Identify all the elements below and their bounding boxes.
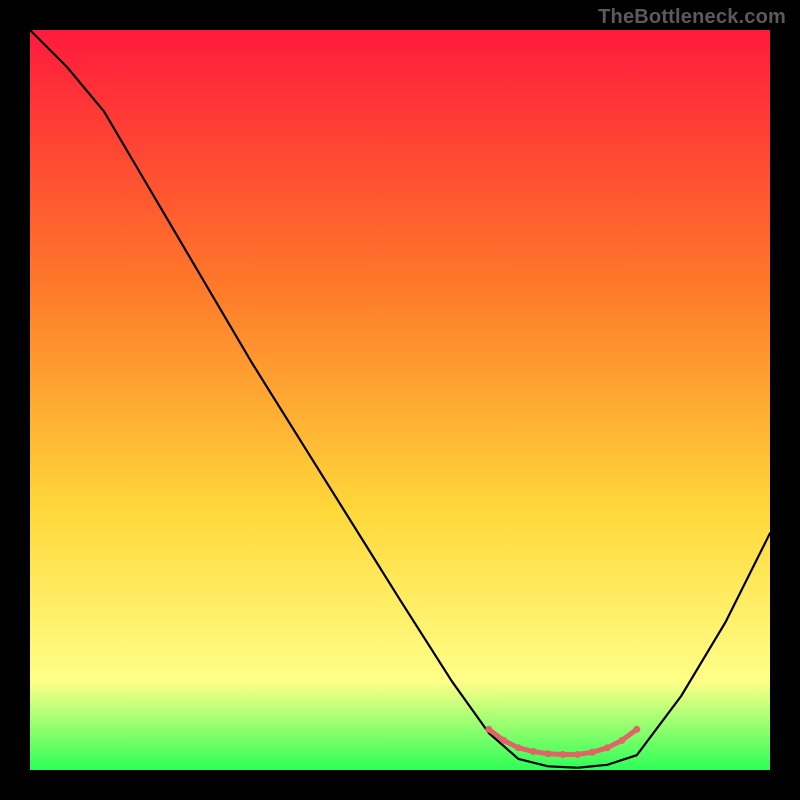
chart-container: TheBottleneck.com	[0, 0, 800, 800]
optimal-band-dot	[500, 737, 507, 744]
optimal-band-dot	[530, 748, 537, 755]
chart-svg	[30, 30, 770, 770]
optimal-band-dot	[633, 726, 640, 733]
optimal-band-dot	[574, 751, 581, 758]
optimal-band-dot	[485, 726, 492, 733]
optimal-band-dot	[619, 737, 626, 744]
watermark-text: TheBottleneck.com	[598, 6, 786, 29]
optimal-band-dot	[604, 744, 611, 751]
plot-area	[30, 30, 770, 770]
gradient-background	[30, 30, 770, 770]
optimal-band-dot	[545, 750, 552, 757]
optimal-band-dot	[589, 749, 596, 756]
optimal-band-dot	[515, 744, 522, 751]
optimal-band-dot	[559, 751, 566, 758]
